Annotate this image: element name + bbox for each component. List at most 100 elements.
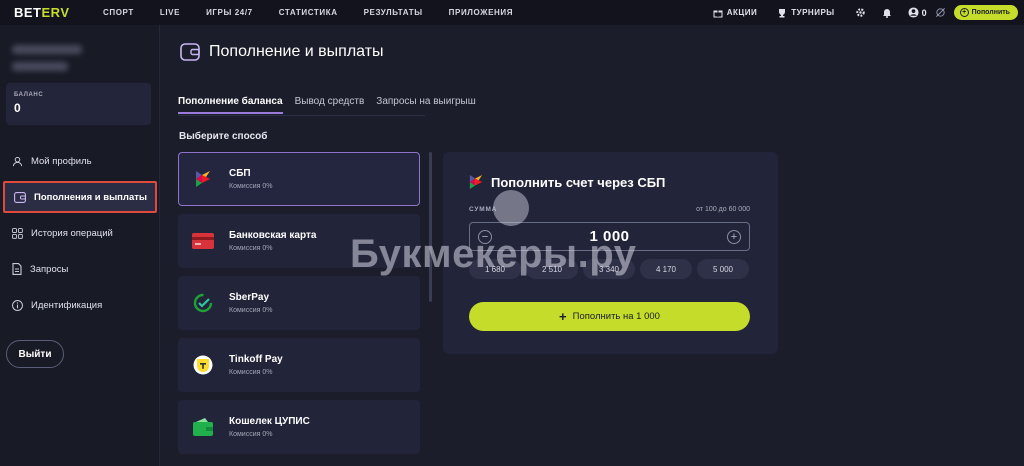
sum-label: СУММА [469,206,498,213]
plus-icon: + [559,309,567,324]
account-sidebar: БАЛАНС 0 Мой профиль Пополнения и выплат… [0,25,160,466]
method-name: СБП [229,168,251,179]
document-icon [12,263,22,275]
header-deposit-label: Пополнить [971,9,1010,16]
quick-amount-chip[interactable]: 5 000 [697,259,749,279]
method-name: Кошелек ЦУПИС [229,416,310,427]
plus-circle-icon: + [959,8,969,17]
header-deposit-button[interactable]: + Пополнить [953,5,1018,20]
increase-amount-button[interactable]: + [727,230,741,244]
main-nav: СПОРТ LIVE ИГРЫ 24/7 СТАТИСТИКА РЕЗУЛЬТА… [103,8,539,17]
notifications-button[interactable] [882,7,892,18]
deposit-panel-title: Пополнить счет через СБП [469,174,665,190]
nav-sport[interactable]: СПОРТ [103,8,134,17]
sidebar-item-history[interactable]: История операций [0,215,160,251]
quick-amount-chip[interactable]: 4 170 [640,259,692,279]
blurred-username [12,45,82,79]
tabs-divider [178,115,425,116]
method-sbp[interactable]: СБП Комиссия 0% [178,152,420,206]
method-fee: Комиссия 0% [229,369,273,376]
account-menu: Мой профиль Пополнения и выплаты История… [0,143,160,323]
amount-value: 1 000 [589,228,630,245]
tournaments-label: ТУРНИРЫ [791,8,835,17]
account-icon [908,7,919,18]
logout-button[interactable]: Выйти [6,340,64,368]
amount-input[interactable]: − 1 000 + [469,222,750,251]
sbp-icon [469,175,483,189]
payment-tabs: Пополнение баланса Вывод средств Запросы… [178,96,488,114]
page-title: Пополнение и выплаты [209,43,384,60]
method-fee: Комиссия 0% [229,183,273,190]
nav-results[interactable]: РЕЗУЛЬТАТЫ [364,8,423,17]
promotions-label: АКЦИИ [726,8,758,17]
sidebar-item-label: Запросы [30,263,69,275]
quick-amount-chip[interactable]: 1 680 [469,259,521,279]
sidebar-item-label: Идентификация [31,299,103,311]
tournaments-link[interactable]: ТУРНИРЫ [777,8,834,18]
sidebar-item-identification[interactable]: Идентификация [0,287,160,323]
deposit-submit-button[interactable]: + Пополнить на 1 000 [469,302,750,331]
nav-games[interactable]: ИГРЫ 24/7 [206,8,253,17]
quick-amount-chip[interactable]: 3 340 [583,259,635,279]
gift-icon [713,9,723,17]
deposit-panel: Пополнить счет через СБП СУММА от 100 до… [443,152,778,354]
balance-value: 0 [14,101,21,115]
method-bank-card[interactable]: Банковская карта Комиссия 0% [178,214,420,268]
method-name: SberPay [229,292,270,303]
deposit-submit-label: Пополнить на 1 000 [572,311,660,322]
method-name: Tinkoff Pay [229,354,283,365]
method-tinkoff-pay[interactable]: Tinkoff Pay Комиссия 0% [178,338,420,392]
method-fee: Комиссия 0% [229,307,273,314]
info-icon [12,299,23,311]
method-fee: Комиссия 0% [229,431,273,438]
sbp-icon [191,167,215,191]
balance-card: БАЛАНС 0 [6,83,151,125]
tab-payout-requests[interactable]: Запросы на выигрыш [376,96,475,114]
bank-card-icon [191,229,215,253]
sidebar-item-label: История операций [31,227,113,239]
sidebar-item-label: Пополнения и выплаты [34,191,148,203]
nav-statistics[interactable]: СТАТИСТИКА [279,8,338,17]
payment-methods-list: СБП Комиссия 0% Банковская карта Комисси… [178,152,420,462]
method-cupis-wallet[interactable]: Кошелек ЦУПИС Комиссия 0% [178,400,420,454]
tinkoff-icon [191,353,215,377]
settings-button[interactable] [855,7,866,18]
sidebar-item-requests[interactable]: Запросы [0,251,160,287]
header-balance[interactable]: 0 [908,7,927,18]
tab-deposit[interactable]: Пополнение баланса [178,96,283,114]
grid-icon [12,227,23,239]
deposit-title-text: Пополнить счет через СБП [491,174,666,190]
sidebar-item-label: Мой профиль [31,155,92,167]
wallet-icon [180,43,200,61]
sberpay-icon [191,291,215,315]
betserv-logo[interactable]: BETERV [14,5,78,20]
quick-amount-chips: 1 680 2 510 3 340 4 170 5 000 [469,259,754,279]
tab-withdraw[interactable]: Вывод средств [295,96,365,114]
header-actions: АКЦИИ ТУРНИРЫ 0 + Пополнить [713,0,1024,25]
eye-off-icon [935,8,945,17]
gear-icon [855,8,865,17]
quick-amount-chip[interactable]: 2 510 [526,259,578,279]
method-fee: Комиссия 0% [229,245,273,252]
sum-range: от 100 до 60 000 [696,206,750,213]
cupis-wallet-icon [191,415,215,439]
balance-label: БАЛАНС [14,92,44,98]
methods-scrollbar[interactable] [429,152,432,302]
nav-live[interactable]: LIVE [160,8,180,17]
top-navigation-bar: BETERV СПОРТ LIVE ИГРЫ 24/7 СТАТИСТИКА Р… [0,0,1024,25]
bell-icon [882,9,891,18]
wallet-icon [14,191,26,203]
method-name: Банковская карта [229,230,317,241]
header-balance-value: 0 [921,7,927,18]
sidebar-item-deposits-withdrawals[interactable]: Пополнения и выплаты [3,181,157,213]
method-sberpay[interactable]: SberPay Комиссия 0% [178,276,420,330]
nav-apps[interactable]: ПРИЛОЖЕНИЯ [449,8,513,17]
page-header: Пополнение и выплаты [180,43,384,61]
promotions-link[interactable]: АКЦИИ [713,8,758,18]
choose-method-label: Выберите способ [179,131,268,142]
user-icon [12,156,23,166]
hide-balance-button[interactable] [935,7,946,18]
sidebar-item-profile[interactable]: Мой профиль [0,143,160,179]
trophy-icon [779,8,786,17]
decrease-amount-button[interactable]: − [478,230,492,244]
